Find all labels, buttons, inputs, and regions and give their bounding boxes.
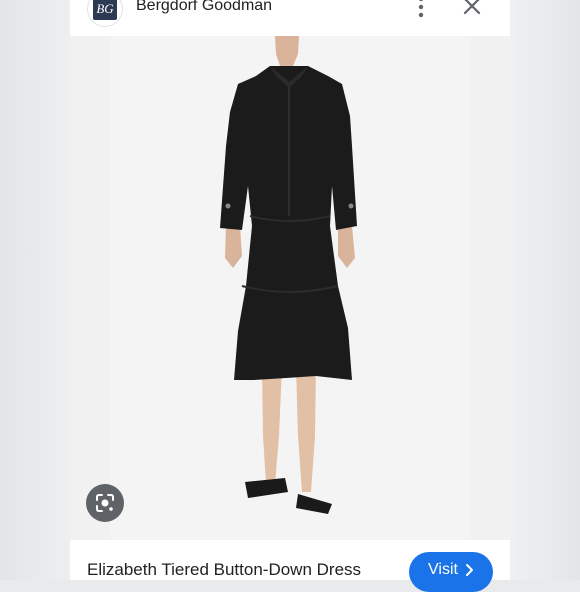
site-logo-mark: BG: [93, 0, 117, 20]
more-vert-icon[interactable]: [412, 0, 430, 18]
visit-button-label: Visit: [428, 561, 458, 578]
image-preview-card: BG Bergdorf Goodman Elizabeth Tiered But…: [70, 0, 510, 592]
lens-search-button[interactable]: [86, 484, 124, 522]
preview-footer: Elizabeth Tiered Button-Down Dress Visit: [70, 540, 510, 592]
lens-icon: [96, 494, 114, 512]
product-title[interactable]: Elizabeth Tiered Button-Down Dress: [87, 560, 361, 580]
left-backdrop: [0, 0, 70, 580]
product-image[interactable]: [70, 36, 510, 540]
preview-header: BG Bergdorf Goodman: [70, 0, 510, 36]
chevron-right-icon: [465, 564, 473, 576]
close-icon[interactable]: [460, 0, 484, 18]
site-name[interactable]: Bergdorf Goodman: [136, 0, 272, 15]
visit-button[interactable]: Visit: [409, 552, 493, 592]
dress-model-illustration: [220, 36, 357, 514]
right-backdrop: [510, 0, 580, 580]
site-logo[interactable]: BG: [88, 0, 122, 26]
